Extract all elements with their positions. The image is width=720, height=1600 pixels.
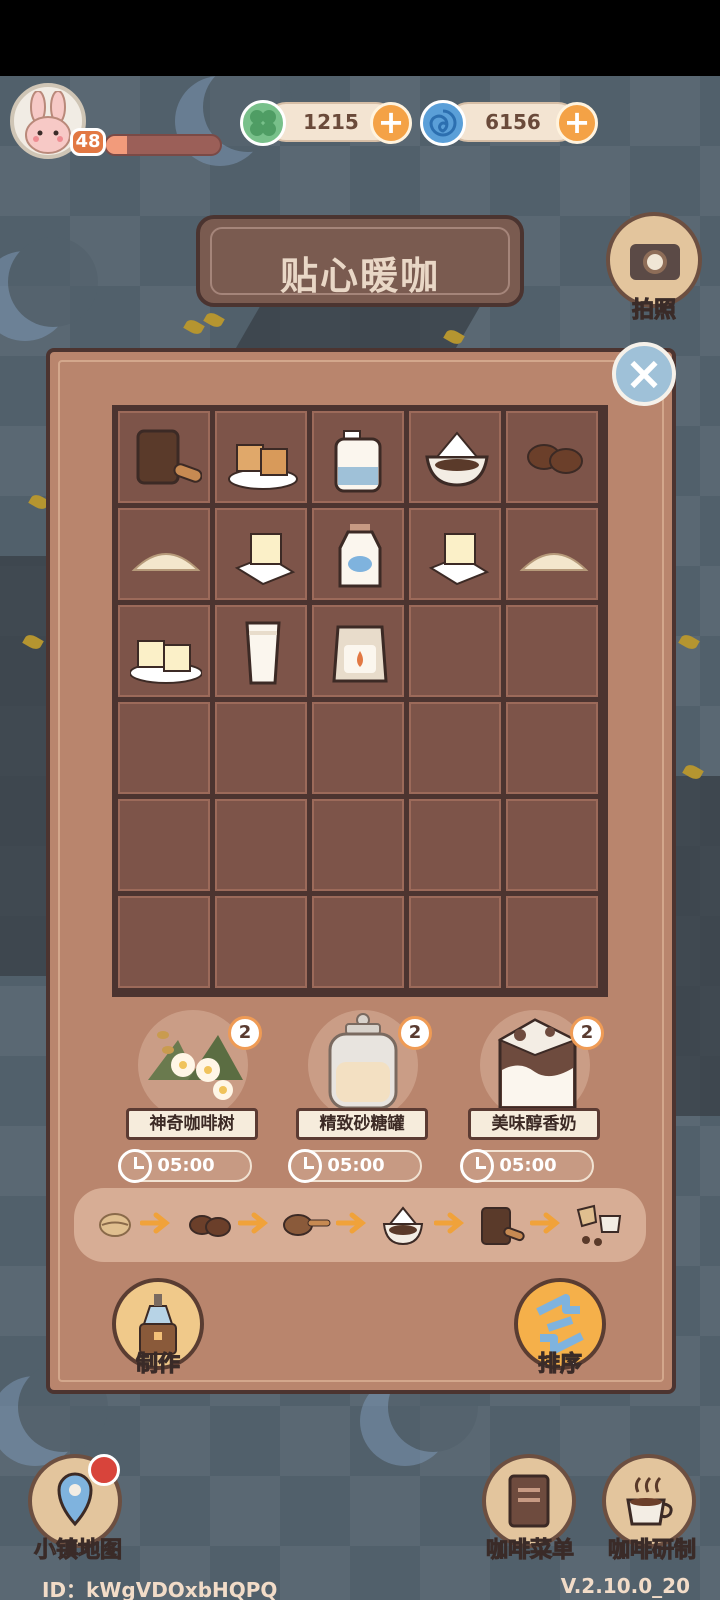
xp-progress-bar: [104, 134, 222, 156]
producer-name: 神奇咖啡树: [126, 1108, 258, 1140]
player-id: ID：kWgVDOxbHQPQ: [42, 1578, 278, 1600]
bunny-icon: [25, 91, 71, 154]
clock-icon: [288, 1149, 322, 1183]
version-text: V.2.10.0_20: [560, 1574, 690, 1598]
dark-building-right: [676, 776, 720, 1116]
item-upgrade-chain: [74, 1188, 646, 1262]
coffee-bean-icon: [99, 1213, 131, 1237]
inventory-slot-empty[interactable]: [118, 702, 210, 794]
status-bar: [0, 0, 720, 76]
shop-title: 贴心暖咖: [279, 254, 440, 298]
inventory-slot-coffee-beans[interactable]: [506, 411, 598, 503]
producer-milk-carton[interactable]: 2 美味醇香奶 05:00: [460, 1010, 612, 1183]
inventory-slot-empty[interactable]: [215, 702, 307, 794]
coffee-dripper-icon: [425, 431, 489, 487]
inventory-grid: [112, 405, 608, 997]
town-map-label: 小镇地图: [33, 1538, 122, 1564]
inventory-slot-empty[interactable]: [506, 605, 598, 697]
dark-building-left: [0, 556, 50, 976]
inventory-slot-empty[interactable]: [409, 605, 501, 697]
xp-progress-fill: [106, 136, 127, 154]
inventory-slot-coffee-dripper[interactable]: [409, 411, 501, 503]
producer-coffee-tree[interactable]: 2 神奇咖啡树 05:00: [118, 1010, 270, 1183]
milk-bottle-icon: [338, 524, 382, 588]
inventory-slot-brown-sugar-cubes[interactable]: [215, 411, 307, 503]
camera-label: 拍照: [631, 298, 676, 324]
ginkgo-leaf: [203, 310, 225, 330]
inventory-slot-empty[interactable]: [312, 896, 404, 988]
make-label: 制作: [135, 1352, 180, 1378]
inventory-slot-empty[interactable]: [409, 896, 501, 988]
coffee-menu-label: 咖啡菜单: [485, 1538, 574, 1564]
inventory-slot-butter-block[interactable]: [215, 508, 307, 600]
sugar-cubes-plate-icon: [130, 640, 202, 684]
inventory-slot-empty[interactable]: [506, 702, 598, 794]
arrow-right-icon: [434, 1212, 465, 1234]
milk-jug-icon: [334, 430, 382, 493]
shop-title-plaque: 贴心暖咖: [196, 215, 524, 307]
glass-of-milk-icon: [245, 621, 281, 685]
arrow-right-icon: [530, 1212, 561, 1234]
milk-powder-bag-icon: [332, 625, 388, 683]
coffee-beans-icon: [527, 444, 583, 474]
ginkgo-leaf: [678, 632, 700, 652]
producer-name: 美味醇香奶: [468, 1108, 600, 1140]
arrow-right-icon: [140, 1212, 171, 1234]
clock-icon: [118, 1149, 152, 1183]
sugar-powder-icon: [131, 553, 201, 571]
inventory-slot-milk-bottle[interactable]: [312, 508, 404, 600]
sugar-powder-icon: [519, 553, 589, 571]
sort-label: 排序: [537, 1352, 582, 1378]
brown-sugar-cubes-icon: [228, 444, 298, 490]
notification-dot: [88, 1454, 120, 1486]
espresso-cups-icon: [576, 1204, 622, 1246]
inventory-slot-empty[interactable]: [409, 702, 501, 794]
coffee-grounds-pot-icon: [136, 429, 202, 485]
coffee-research-label: 咖啡研制: [607, 1538, 696, 1564]
close-button[interactable]: ×: [612, 342, 676, 406]
producer-count-badge: 2: [228, 1016, 262, 1050]
inventory-slot-milk-jug[interactable]: [312, 411, 404, 503]
producer-sugar-jar[interactable]: 2 精致砂糖罐 05:00: [288, 1010, 440, 1183]
coffee-dripper-icon: [382, 1206, 424, 1246]
level-badge: 48: [70, 128, 106, 156]
moon-decoration: [0, 237, 98, 341]
butter-block-icon: [428, 533, 490, 586]
roasted-beans-icon: [189, 1215, 231, 1237]
producer-count-badge: 2: [398, 1016, 432, 1050]
producer-count-badge: 2: [570, 1016, 604, 1050]
producer-name: 精致砂糖罐: [296, 1108, 428, 1140]
inventory-slot-empty[interactable]: [506, 799, 598, 891]
inventory-slot-butter-block[interactable]: [409, 508, 501, 600]
add-leaf-currency-button[interactable]: +: [370, 102, 412, 144]
butter-block-icon: [234, 533, 296, 586]
inventory-slot-sugar-cubes-plate[interactable]: [118, 605, 210, 697]
inventory-slot-empty[interactable]: [118, 799, 210, 891]
inventory-slot-empty[interactable]: [409, 799, 501, 891]
arrow-right-icon: [336, 1212, 367, 1234]
inventory-slot-sugar-powder[interactable]: [118, 508, 210, 600]
inventory-slot-empty[interactable]: [312, 702, 404, 794]
ginkgo-leaf: [183, 317, 205, 337]
ground-coffee-spoon-icon: [283, 1214, 331, 1236]
inventory-slot-empty[interactable]: [506, 896, 598, 988]
arrow-right-icon: [238, 1212, 269, 1234]
inventory-slot-empty[interactable]: [215, 896, 307, 988]
coffee-grounds-pot-icon: [481, 1207, 525, 1245]
inventory-slot-milk-powder-bag[interactable]: [312, 605, 404, 697]
inventory-slot-empty[interactable]: [312, 799, 404, 891]
inventory-slot-empty[interactable]: [118, 896, 210, 988]
camera-lens: [643, 250, 667, 274]
inventory-slot-sugar-powder[interactable]: [506, 508, 598, 600]
inventory-slot-glass-of-milk[interactable]: [215, 605, 307, 697]
inventory-slot-coffee-grounds-pot[interactable]: [118, 411, 210, 503]
inventory-slot-empty[interactable]: [215, 799, 307, 891]
clover-icon: [240, 100, 286, 146]
swirl-icon: [420, 100, 466, 146]
clock-icon: [460, 1149, 494, 1183]
add-swirl-currency-button[interactable]: +: [556, 102, 598, 144]
